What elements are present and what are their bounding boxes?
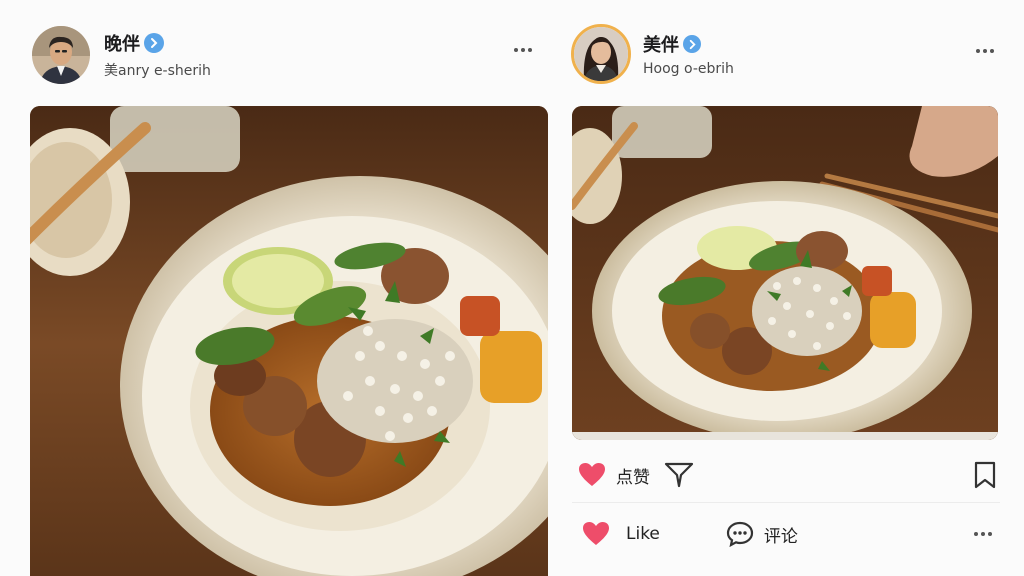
author-info: 美伴 Hoog o-ebrih bbox=[643, 31, 734, 77]
avatar[interactable] bbox=[32, 26, 90, 84]
social-feed: 晚伴 美anry e-sherih 美伴 Hoog o-ebrih 点赞 Lik… bbox=[0, 0, 1024, 576]
heart-icon bbox=[583, 522, 609, 545]
action-bar-secondary: Like 评论 bbox=[582, 514, 998, 554]
comment-label: 评论 bbox=[763, 526, 798, 547]
heart-icon bbox=[579, 463, 605, 486]
like-label: 点赞 bbox=[616, 467, 650, 488]
more-options-icon[interactable] bbox=[974, 532, 992, 536]
author-name[interactable]: 晚伴 bbox=[104, 30, 140, 56]
bookmark-icon bbox=[974, 461, 996, 489]
author-handle: 美anry e-sherih bbox=[104, 63, 211, 79]
more-options-icon[interactable] bbox=[976, 49, 994, 53]
like-button[interactable]: 点赞 bbox=[578, 462, 650, 488]
comment-button[interactable]: 评论 bbox=[726, 520, 798, 548]
author-name[interactable]: 美伴 bbox=[643, 31, 679, 57]
verified-badge-icon bbox=[144, 33, 164, 53]
divider bbox=[572, 502, 1000, 503]
name-row: 美伴 bbox=[643, 31, 734, 57]
verified-badge-icon bbox=[683, 35, 701, 53]
name-row: 晚伴 bbox=[104, 30, 211, 56]
action-bar-primary: 点赞 bbox=[578, 456, 998, 494]
like-button[interactable]: Like bbox=[582, 521, 660, 547]
filter-icon bbox=[664, 462, 694, 488]
like-label: Like bbox=[626, 524, 660, 544]
filter-button[interactable] bbox=[664, 461, 694, 489]
bookmark-button[interactable] bbox=[974, 461, 996, 489]
author-handle: Hoog o-ebrih bbox=[643, 61, 734, 77]
comment-bubble-icon bbox=[726, 521, 754, 548]
post-photo[interactable] bbox=[30, 106, 548, 576]
more-options-icon[interactable] bbox=[514, 48, 532, 52]
post-photo[interactable] bbox=[572, 106, 998, 440]
author-info: 晚伴 美anry e-sherih bbox=[104, 30, 211, 80]
post-header-right: 美伴 Hoog o-ebrih bbox=[571, 24, 734, 84]
post-header-left: 晚伴 美anry e-sherih bbox=[32, 26, 211, 84]
avatar[interactable] bbox=[571, 24, 631, 84]
